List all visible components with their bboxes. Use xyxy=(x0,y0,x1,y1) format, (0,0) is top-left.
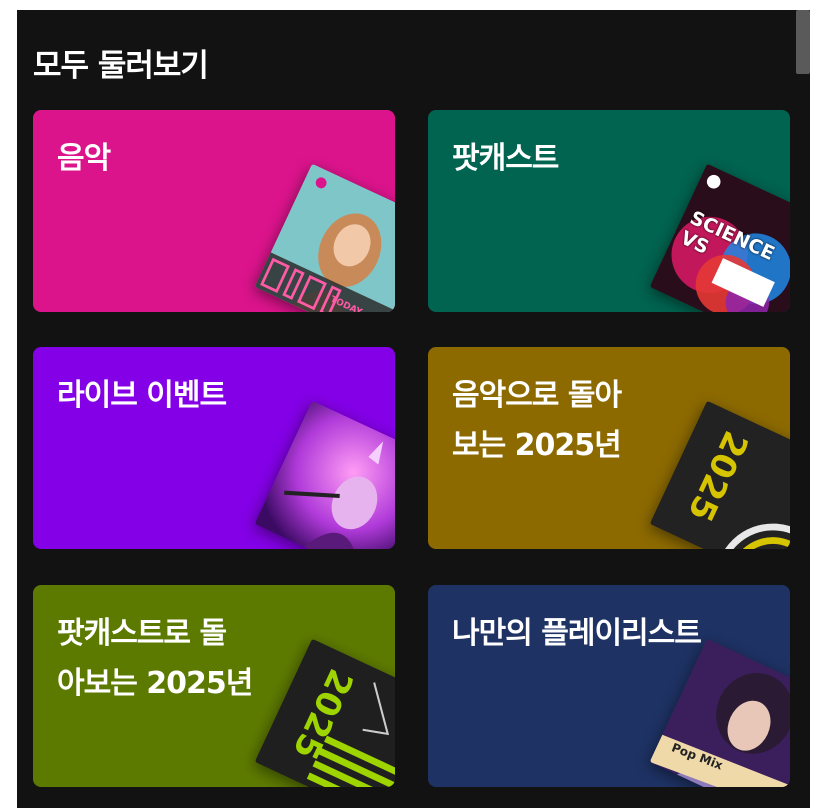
category-card-music[interactable]: 음악 TODAY xyxy=(33,110,395,312)
card-title: 라이브 이벤트 xyxy=(57,378,227,413)
category-card-music-2025[interactable]: 음악으로 돌아 보는 2025년 2025 xyxy=(428,347,790,549)
pop-mix-cover-icon: Pop Mix xyxy=(649,638,790,787)
card-title: 팟캐스트로 돌 아보는 2025년 xyxy=(57,616,253,701)
section-heading: 모두 둘러보기 xyxy=(33,48,209,84)
wrapped-2025-cover-icon: 2025 xyxy=(649,400,790,549)
wrapped-2025-podcast-cover-icon: 2025 xyxy=(254,638,395,787)
science-podcast-cover-icon: SCIENCE VS xyxy=(649,163,790,312)
category-card-podcasts[interactable]: 팟캐스트 SCIENCE VS xyxy=(428,110,790,312)
category-card-live-events[interactable]: 라이브 이벤트 xyxy=(33,347,395,549)
card-title: 팟캐스트 xyxy=(452,141,559,176)
card-title: 음악 xyxy=(57,141,111,176)
card-title: 음악으로 돌아 보는 2025년 xyxy=(452,378,622,463)
category-card-podcasts-2025[interactable]: 팟캐스트로 돌 아보는 2025년 2025 xyxy=(33,585,395,787)
concert-photo-cover-icon xyxy=(254,400,395,549)
scrollbar-thumb[interactable] xyxy=(796,10,810,74)
browse-panel: 모두 둘러보기 음악 TODAY 팟캐스트 SCIENCE VS 라이브 이벤트… xyxy=(17,10,810,808)
pop-artist-cover-icon: TODAY xyxy=(254,163,395,312)
card-title: 나만의 플레이리스트 xyxy=(452,616,702,651)
category-card-playlists[interactable]: 나만의 플레이리스트 Pop Mix xyxy=(428,585,790,787)
